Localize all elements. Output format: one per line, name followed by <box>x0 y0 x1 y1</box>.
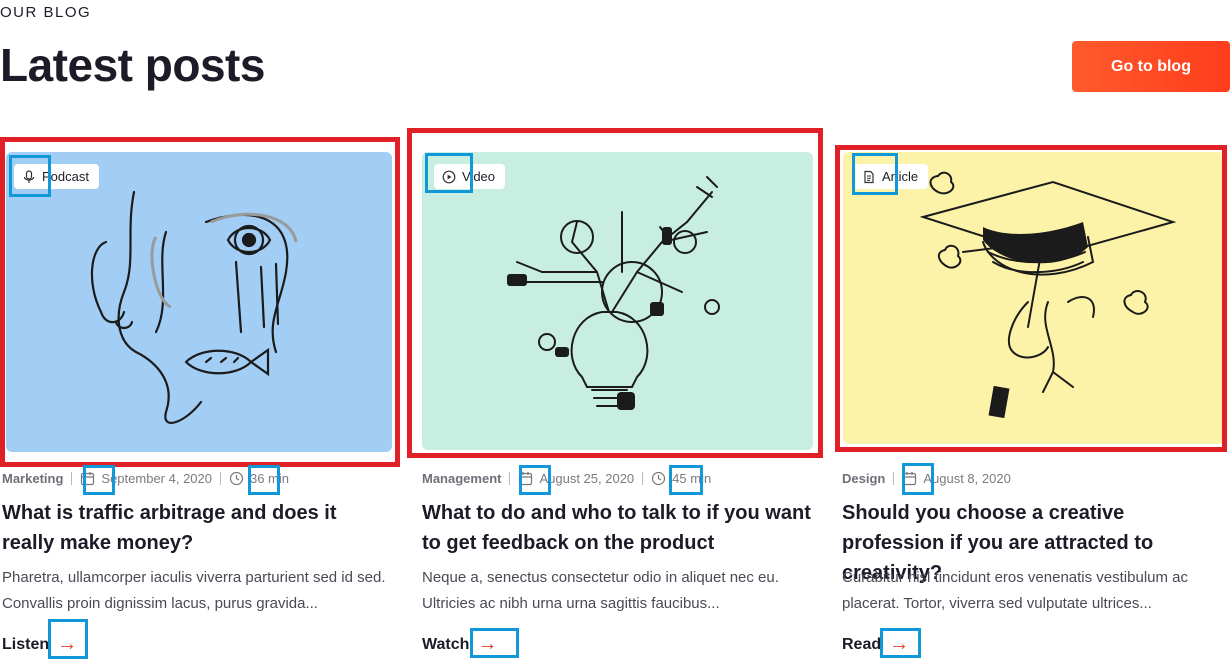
clock-icon <box>229 471 244 486</box>
post-title[interactable]: What is traffic arbitrage and does it re… <box>2 498 392 558</box>
face-illustration <box>90 190 298 424</box>
play-icon <box>442 170 456 183</box>
calendar-icon <box>903 472 917 486</box>
cta-label: Watch <box>422 635 470 653</box>
post-category[interactable]: Management <box>422 471 501 486</box>
post-duration: 36 min <box>249 471 290 486</box>
divider <box>893 472 895 485</box>
arrow-right-icon: → <box>889 633 910 655</box>
post-date: September 4, 2020 <box>101 471 212 486</box>
post-date: August 25, 2020 <box>539 471 635 486</box>
post-category[interactable]: Marketing <box>2 471 63 486</box>
graduation-cap-illustration <box>919 171 1177 419</box>
post-type-badge: Podcast <box>14 164 99 189</box>
post-type-badge: Video <box>434 164 506 189</box>
post-title[interactable]: What to do and who to talk to if you wan… <box>422 498 820 558</box>
cta-label: Read <box>842 635 882 653</box>
post-meta: Management August 25, 2020 45 min <box>422 471 711 486</box>
divider <box>509 472 511 485</box>
document-icon <box>864 170 874 183</box>
divider <box>71 472 73 485</box>
go-to-blog-button[interactable]: Go to blog <box>1072 41 1230 92</box>
post-image[interactable] <box>6 152 392 452</box>
post-excerpt: Neque a, senectus consectetur odio in al… <box>422 569 779 612</box>
read-more-link[interactable]: Read → <box>842 633 909 656</box>
clock-icon <box>652 471 666 486</box>
badge-label: Article <box>882 169 919 184</box>
post-meta: Design August 8, 2020 <box>842 471 1011 486</box>
post-duration: 45 min <box>672 471 712 486</box>
divider <box>219 472 221 485</box>
arrow-right-icon: → <box>477 633 498 655</box>
post-type-badge: Article <box>854 164 929 189</box>
read-more-link[interactable]: Watch → <box>422 633 497 656</box>
section-eyebrow: OUR BLOG <box>0 4 92 21</box>
lightbulb-illustration <box>507 176 720 410</box>
post-excerpt: Curabitur nisl tincidunt eros venenatis … <box>842 569 1189 612</box>
page-title: Latest posts <box>0 39 265 91</box>
post-category[interactable]: Design <box>842 471 885 486</box>
divider <box>642 472 644 485</box>
calendar-icon <box>519 472 533 486</box>
arrow-right-icon: → <box>57 633 78 655</box>
post-date: August 8, 2020 <box>923 471 1011 486</box>
cta-label: Listen <box>2 635 50 653</box>
post-excerpt: Pharetra, ullamcorper iaculis viverra pa… <box>2 569 386 612</box>
post-image[interactable] <box>422 152 813 450</box>
calendar-icon <box>81 472 95 486</box>
post-meta: Marketing September 4, 2020 36 min <box>2 471 289 486</box>
badge-label: Video <box>462 169 496 184</box>
read-more-link[interactable]: Listen → <box>2 633 77 656</box>
post-image[interactable] <box>843 152 1224 444</box>
microphone-icon <box>23 169 35 183</box>
badge-label: Podcast <box>42 169 89 184</box>
